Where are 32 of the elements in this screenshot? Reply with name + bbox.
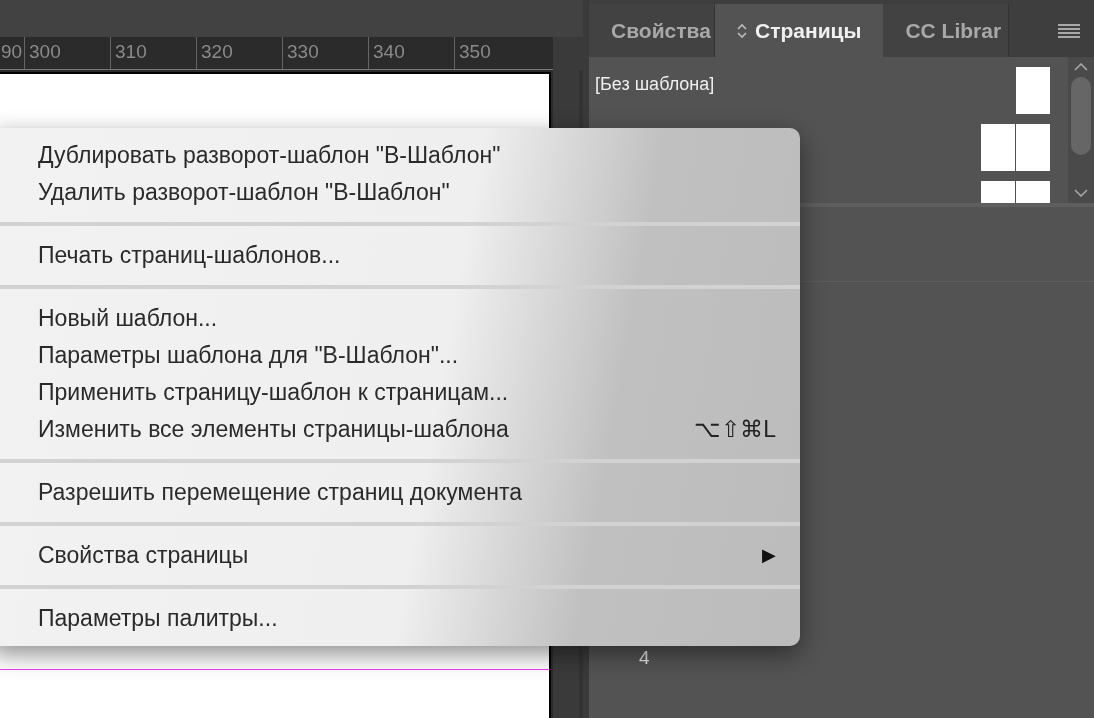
chevron-up-icon[interactable]	[1074, 63, 1088, 71]
menu-item[interactable]: Удалить разворот-шаблон "В-Шаблон"	[0, 174, 800, 211]
menu-item[interactable]: Дублировать разворот-шаблон "В-Шаблон"	[0, 137, 800, 174]
menu-item[interactable]: Печать страниц-шаблонов...	[0, 237, 800, 274]
panel-tab[interactable]: CC Librar	[883, 4, 1010, 57]
menu-item[interactable]: Новый шаблон...	[0, 300, 800, 337]
shortcut-text: ⌥⇧⌘L	[694, 415, 776, 445]
sort-arrows-icon	[737, 22, 747, 39]
ruler-number: 310	[115, 40, 147, 64]
menu-item[interactable]: Параметры палитры...	[0, 600, 800, 637]
menu-item[interactable]: Применить страницу-шаблон к страницам...	[0, 374, 800, 411]
page-thumbnail[interactable]	[1016, 67, 1050, 114]
page-number: 4	[639, 647, 650, 668]
menu-item[interactable]: Изменить все элементы страницы-шаблона ⌥⇧⌘L	[0, 411, 800, 448]
panel-tab[interactable]: Свойства	[589, 4, 715, 57]
submenu-arrow: ▶	[762, 544, 776, 567]
ruler-number: 330	[287, 40, 319, 64]
scrollbar[interactable]	[1068, 57, 1094, 203]
spread-thumbnail[interactable]	[981, 181, 1050, 203]
chevron-down-icon[interactable]	[1074, 189, 1088, 197]
menu-icon[interactable]	[1058, 23, 1080, 38]
template-label[interactable]: [Без шаблона]	[595, 71, 715, 98]
ruler-number: 350	[459, 40, 491, 64]
menu-item[interactable]: Параметры шаблона для "В-Шаблон"...	[0, 337, 800, 374]
spread-thumbnail[interactable]	[981, 124, 1050, 171]
ruler-number: 90	[1, 40, 23, 64]
ruler-number: 320	[201, 40, 233, 64]
ruler-number: 300	[29, 40, 61, 64]
menu-item[interactable]: Свойства страницы ▶	[0, 537, 800, 574]
panel-tab[interactable]: Страницы	[715, 4, 884, 57]
menu-item[interactable]: Разрешить перемещение страниц документа	[0, 474, 800, 511]
ruler-number: 340	[373, 40, 405, 64]
